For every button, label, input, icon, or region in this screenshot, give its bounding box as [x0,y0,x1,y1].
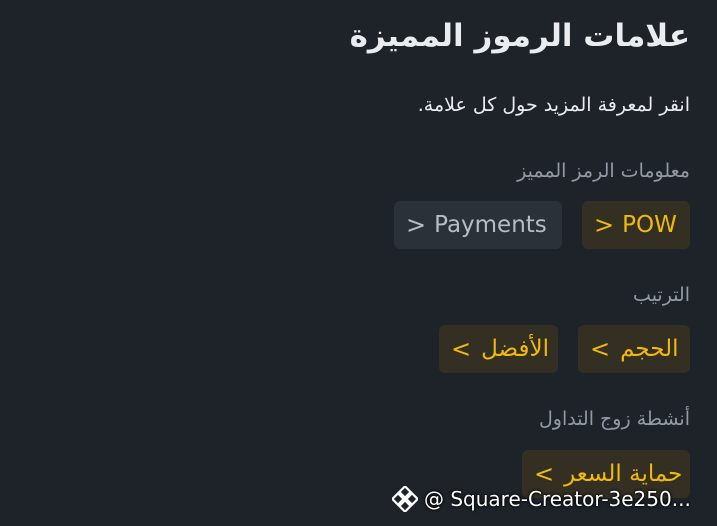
chevron-left-icon: < [590,335,611,363]
creator-watermark: @ Square-Creator-3e250... [392,486,691,512]
section-label-token-info: معلومات الرمز المميز [517,160,690,182]
tag-volume-button[interactable]: < الحجم [578,325,690,373]
watermark-text: @ Square-Creator-3e250... [424,487,691,511]
page-subtitle: انقر لمعرفة المزيد حول كل علامة. [417,94,690,116]
tag-best-button[interactable]: < الأفضل [439,325,558,373]
tag-label: حماية السعر [564,461,683,487]
tag-label: الأفضل [481,336,549,362]
binance-logo-icon [392,486,418,512]
token-tags-panel: علامات الرموز المميزة انقر لمعرفة المزيد… [0,0,717,526]
section-label-ranking: الترتيب [633,284,690,306]
tag-label: POW [622,212,677,238]
chevron-right-icon: > [406,211,427,239]
section-label-trading-pair: أنشطة زوج التداول [538,408,690,430]
page-title: علامات الرموز المميزة [349,18,690,54]
chevron-left-icon: < [451,335,472,363]
tag-payments-button[interactable]: > Payments [394,201,562,249]
chevron-right-icon: > [594,211,615,239]
tag-label: Payments [434,212,547,238]
chevron-left-icon: < [534,460,555,488]
tag-label: الحجم [620,336,679,362]
tag-pow-button[interactable]: > POW [582,201,690,249]
